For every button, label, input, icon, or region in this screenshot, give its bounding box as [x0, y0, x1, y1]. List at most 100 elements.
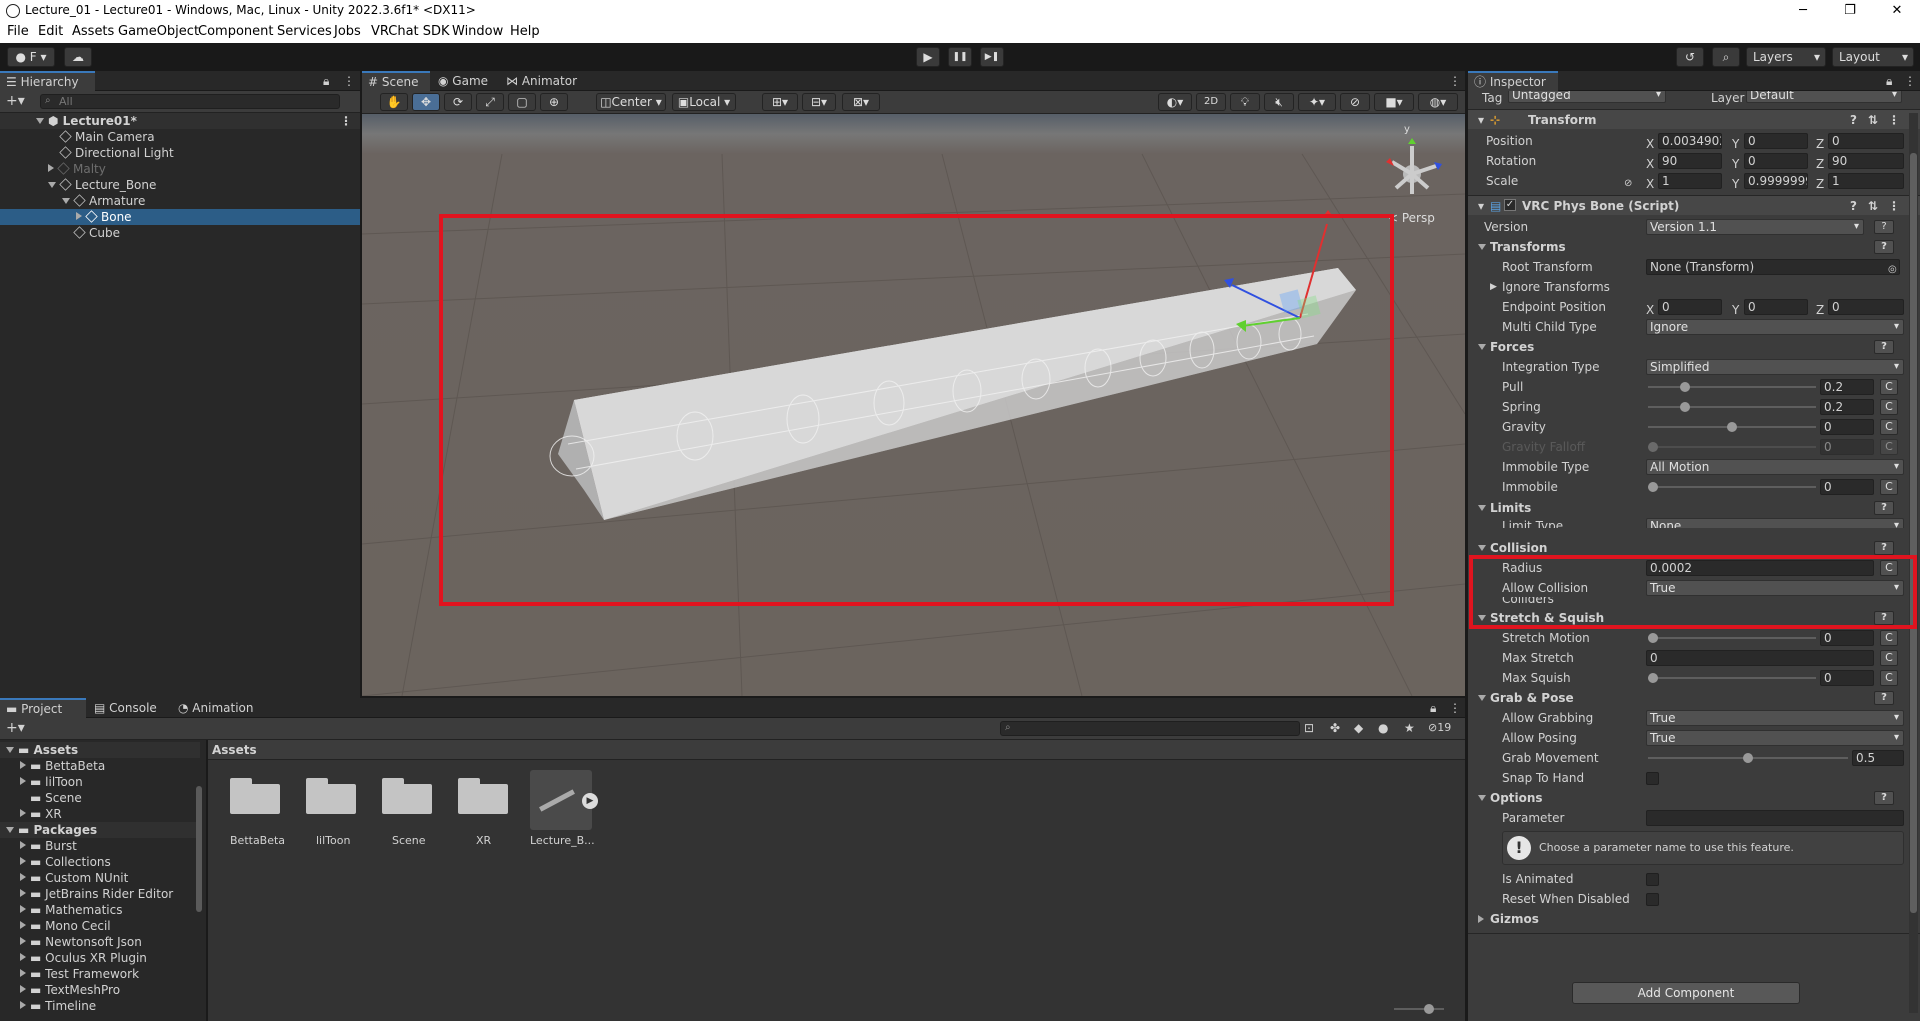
effects-dropdown[interactable]: ✦▾	[1298, 93, 1336, 111]
spring-field[interactable]: 0.2	[1820, 399, 1874, 415]
expand-icon[interactable]	[76, 212, 82, 220]
tree-item-textmeshpro[interactable]: ▬ TextMeshPro	[0, 982, 200, 998]
options-help-button[interactable]: ?	[1874, 791, 1894, 805]
tab-game[interactable]: ◉ Game	[432, 71, 498, 91]
hand-tool-button[interactable]: ✋	[380, 93, 408, 111]
slider-knob[interactable]	[1679, 382, 1690, 392]
tree-item-assets[interactable]: ▬ Assets	[0, 742, 200, 758]
forces-help-button[interactable]: ?	[1874, 340, 1894, 354]
pivot-space-dropdown[interactable]: ▣Local ▾	[672, 93, 736, 111]
rotation-z-field[interactable]: 90	[1828, 153, 1904, 169]
menu-gameobject[interactable]: GameObject	[118, 24, 199, 39]
tree-item-packages[interactable]: ▬ Packages	[0, 822, 200, 838]
expand-icon[interactable]	[20, 937, 26, 945]
tree-item-xr[interactable]: ▬ XR	[0, 806, 200, 822]
more-icon[interactable]: ⋮	[1888, 196, 1900, 216]
gizmos-section[interactable]: Gizmos	[1468, 909, 1908, 929]
cloud-button[interactable]: ☁	[64, 47, 92, 67]
layout-dropdown[interactable]: Layout ▾	[1832, 47, 1914, 67]
more-icon[interactable]: ⋮	[1449, 74, 1461, 88]
hierarchy-item-cube[interactable]: Cube	[0, 225, 360, 241]
expand-icon[interactable]	[20, 761, 26, 769]
tree-scrollbar[interactable]	[196, 786, 202, 912]
gravity-slider[interactable]	[1648, 422, 1816, 432]
slider-knob[interactable]	[1727, 422, 1737, 432]
menu-jobs[interactable]: Jobs	[334, 24, 361, 39]
max-stretch-curve-button[interactable]: C	[1880, 650, 1898, 666]
folder-xr[interactable]	[458, 776, 508, 814]
transform-tool-button[interactable]: ⊕	[540, 93, 568, 111]
history-button[interactable]: ↺	[1676, 47, 1704, 67]
enabled-checkbox[interactable]: ✓	[1504, 199, 1516, 211]
slider-knob[interactable]	[1648, 633, 1658, 643]
layers-dropdown[interactable]: Layers ▾	[1746, 47, 1826, 67]
options-section[interactable]: Options ?	[1468, 788, 1908, 808]
slider-knob[interactable]	[1679, 402, 1690, 412]
tree-item-custom-nunit[interactable]: ▬ Custom NUnit	[0, 870, 200, 886]
more-icon[interactable]: ⋮	[1449, 701, 1461, 715]
camera-dropdown[interactable]: ■▾	[1374, 93, 1414, 111]
position-y-field[interactable]: 0	[1744, 133, 1808, 149]
gravity-field[interactable]: 0	[1820, 419, 1874, 435]
help-icon[interactable]: ?	[1850, 196, 1857, 216]
tree-item-oculus[interactable]: ▬ Oculus XR Plugin	[0, 950, 200, 966]
expand-icon[interactable]	[48, 182, 56, 188]
immobile-field[interactable]: 0	[1820, 479, 1874, 495]
2d-toggle-button[interactable]: 2D	[1196, 93, 1226, 111]
collision-help-button[interactable]: ?	[1874, 541, 1894, 555]
max-squish-slider[interactable]	[1648, 673, 1816, 683]
parameter-field[interactable]	[1646, 810, 1904, 826]
hierarchy-item-bone[interactable]: Bone	[0, 209, 360, 225]
rect-tool-button[interactable]: ▢	[508, 93, 536, 111]
expand-icon[interactable]	[20, 809, 26, 817]
collapse-icon[interactable]: ▾	[1478, 196, 1484, 216]
expand-icon[interactable]	[20, 889, 26, 897]
hidden-packages-toggle[interactable]: ⊘19	[1428, 721, 1451, 734]
tab-scene[interactable]: # Scene	[362, 71, 430, 91]
allow-grabbing-dropdown[interactable]: True	[1646, 710, 1904, 726]
tree-item-test-framework[interactable]: ▬ Test Framework	[0, 966, 200, 982]
scrollbar-thumb[interactable]	[1910, 153, 1917, 913]
rotation-x-field[interactable]: 90	[1658, 153, 1722, 169]
more-icon[interactable]: ⋮	[340, 113, 352, 129]
spring-slider[interactable]	[1648, 402, 1816, 412]
stretch-motion-slider[interactable]	[1648, 633, 1816, 643]
max-squish-curve-button[interactable]: C	[1880, 670, 1898, 686]
draw-mode-button[interactable]: ◐▾	[1158, 93, 1192, 111]
hierarchy-item-armature[interactable]: Armature	[0, 193, 360, 209]
slider-knob[interactable]	[1424, 1004, 1434, 1014]
filter-type-icon[interactable]: ✤	[1330, 721, 1340, 735]
menu-services[interactable]: Services	[277, 24, 332, 39]
tree-item-jetbrains[interactable]: ▬ JetBrains Rider Editor	[0, 886, 200, 902]
immobile-curve-button[interactable]: C	[1880, 479, 1898, 495]
slider-knob[interactable]	[1648, 673, 1658, 683]
add-icon[interactable]: +▾	[6, 720, 25, 736]
lock-icon[interactable]: 🔒︎	[323, 74, 329, 89]
expand-icon[interactable]	[20, 969, 26, 977]
limits-help-button[interactable]: ?	[1874, 501, 1894, 515]
more-icon[interactable]: ⋮	[1888, 110, 1900, 130]
menu-edit[interactable]: Edit	[38, 24, 63, 39]
close-button[interactable]: ✕	[1874, 0, 1920, 22]
step-button[interactable]: ▶❚	[980, 47, 1004, 67]
tab-project[interactable]: ▬ Project	[0, 698, 86, 718]
menu-window[interactable]: Window	[452, 24, 503, 39]
multi-child-dropdown[interactable]: Ignore	[1646, 319, 1904, 335]
version-dropdown[interactable]: Version 1.1	[1646, 219, 1864, 235]
orientation-gizmo[interactable]	[1386, 138, 1442, 194]
transforms-section[interactable]: Transforms ?	[1468, 237, 1908, 257]
spring-curve-button[interactable]: C	[1880, 399, 1898, 415]
hierarchy-item-malty[interactable]: Malty	[0, 161, 360, 177]
position-z-field[interactable]: 0	[1828, 133, 1904, 149]
stretch-motion-field[interactable]: 0	[1820, 630, 1874, 646]
expand-icon[interactable]	[20, 953, 26, 961]
expand-icon[interactable]	[20, 905, 26, 913]
max-squish-field[interactable]: 0	[1820, 670, 1874, 686]
tree-item-scene[interactable]: ▬ Scene	[0, 790, 200, 806]
expand-icon[interactable]	[36, 118, 44, 124]
hierarchy-item-directional-light[interactable]: Directional Light	[0, 145, 360, 161]
immobile-slider[interactable]	[1648, 482, 1816, 492]
scale-x-field[interactable]: 1	[1658, 173, 1722, 189]
preset-icon[interactable]: ⇅	[1868, 196, 1878, 216]
endpoint-x-field[interactable]: 0	[1658, 299, 1722, 315]
